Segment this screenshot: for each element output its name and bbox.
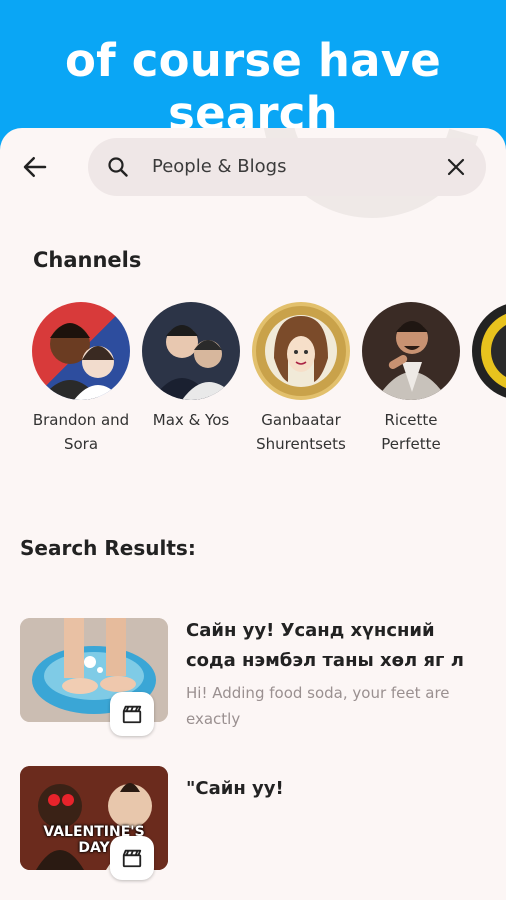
close-icon[interactable] (444, 155, 468, 179)
result-title[interactable]: Сайн уу! Усанд хүнсний сода нэмбэл таны … (186, 616, 486, 676)
banner-title: of course have search (64, 34, 441, 140)
channel-avatar[interactable] (362, 302, 460, 400)
channel-name: Brandon and Sora (32, 411, 130, 453)
channel-item[interactable]: Brandon and Sora (32, 302, 136, 456)
channel-name: Ricette Perfette (381, 411, 441, 453)
search-input[interactable]: People & Blogs (152, 156, 286, 177)
channel-item[interactable]: Max & Yos (136, 302, 246, 432)
clapperboard-icon (122, 705, 142, 724)
channel-name: Max & Yos (152, 411, 230, 429)
channel-avatar[interactable] (142, 302, 240, 400)
app-screen: People & Blogs Channels Brandon and Sora (0, 128, 506, 900)
back-arrow-icon[interactable] (20, 152, 50, 182)
search-bar[interactable]: People & Blogs (88, 138, 486, 196)
channel-item-partial[interactable] (466, 302, 506, 400)
result-subtitle: Hi! Adding food soda, your feet are exac… (186, 684, 450, 728)
search-results-heading: Search Results: (20, 536, 196, 560)
channels-heading: Channels (33, 248, 142, 272)
channel-item[interactable]: Ricette Perfette (356, 302, 466, 456)
channel-avatar[interactable] (252, 302, 350, 400)
result-title[interactable]: "Сайн уу! (186, 774, 486, 804)
search-result-item[interactable]: VALENTINE'S DAY "Сайн уу! (20, 766, 490, 886)
channel-item[interactable]: Ganbaatar Shurentsets (246, 302, 356, 456)
channel-avatar[interactable] (32, 302, 130, 400)
search-result-item[interactable]: Сайн уу! Усанд хүнсний сода нэмбэл таны … (20, 618, 490, 738)
channels-carousel[interactable]: Brandon and Sora Max & Yos Ganbaatar Shu… (32, 302, 506, 472)
clapperboard-icon (122, 849, 142, 868)
search-icon (108, 157, 128, 177)
clapperboard-badge (110, 836, 154, 880)
clapperboard-badge (110, 692, 154, 736)
channel-name: Ganbaatar Shurentsets (256, 411, 346, 453)
channel-avatar[interactable] (472, 302, 506, 400)
